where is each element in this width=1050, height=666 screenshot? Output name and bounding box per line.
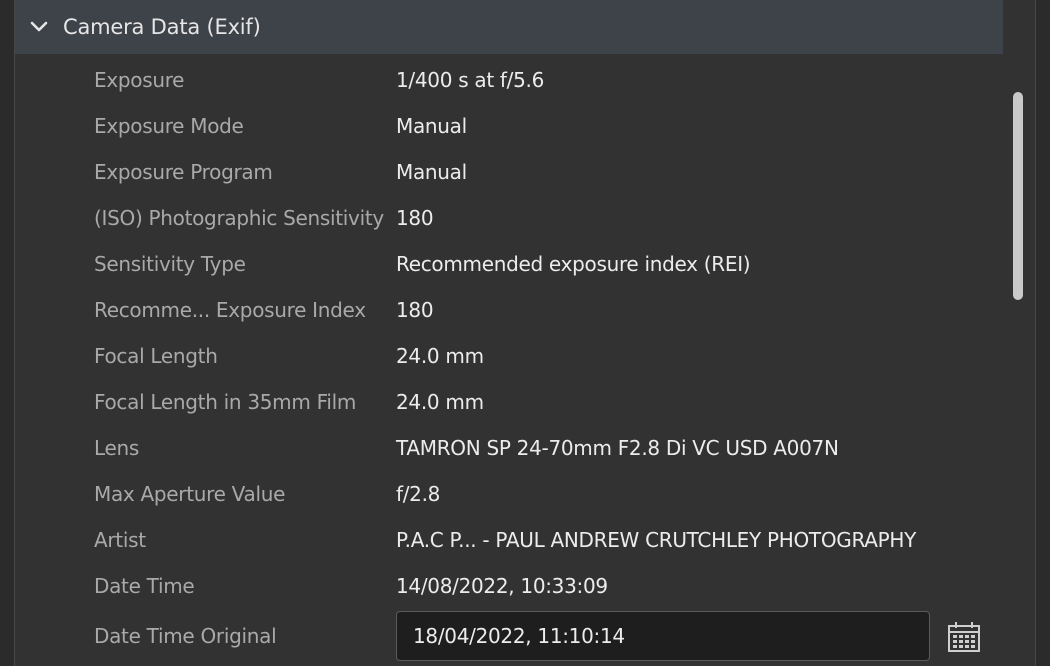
section-title: Camera Data (Exif) <box>63 15 261 39</box>
field-value: Manual <box>396 114 467 138</box>
field-label: Exposure <box>94 68 185 92</box>
field-value: 180 <box>396 298 434 322</box>
field-row-exposure-program: Exposure Program Manual <box>15 149 1003 195</box>
scrollbar-thumb[interactable] <box>1013 92 1023 300</box>
window-frame: Camera Data (Exif) Exposure 1/400 s at f… <box>0 0 1050 666</box>
field-value: 180 <box>396 206 434 230</box>
field-row-date-time-original: Date Time Original <box>15 609 1003 663</box>
date-time-original-input[interactable] <box>396 611 930 661</box>
field-value: P.A.C P... - PAUL ANDREW CRUTCHLEY PHOTO… <box>396 528 917 552</box>
field-row-focal-length: Focal Length 24.0 mm <box>15 333 1003 379</box>
field-label: Artist <box>94 528 146 552</box>
field-row-exposure-mode: Exposure Mode Manual <box>15 103 1003 149</box>
field-label: Recomme... Exposure Index <box>94 298 366 322</box>
field-label: Exposure Mode <box>94 114 244 138</box>
calendar-icon[interactable] <box>945 619 983 655</box>
scrollbar-track[interactable] <box>1009 56 1029 666</box>
field-row-artist: Artist P.A.C P... - PAUL ANDREW CRUTCHLE… <box>15 517 1003 563</box>
field-row-max-aperture: Max Aperture Value f/2.8 <box>15 471 1003 517</box>
exif-field-list: Exposure 1/400 s at f/5.6 Exposure Mode … <box>15 57 1003 663</box>
field-value: 24.0 mm <box>396 390 484 414</box>
field-value: 14/08/2022, 10:33:09 <box>396 574 608 598</box>
chevron-down-icon[interactable] <box>29 17 49 37</box>
field-row-sensitivity-type: Sensitivity Type Recommended exposure in… <box>15 241 1003 287</box>
field-row-date-time: Date Time 14/08/2022, 10:33:09 <box>15 563 1003 609</box>
field-label: Lens <box>94 436 139 460</box>
field-value: 1/400 s at f/5.6 <box>396 68 545 92</box>
field-label: Date Time <box>94 574 195 598</box>
section-header-camera-data[interactable]: Camera Data (Exif) <box>15 0 1003 54</box>
field-value: f/2.8 <box>396 482 441 506</box>
field-label: Sensitivity Type <box>94 252 246 276</box>
field-value: 24.0 mm <box>396 344 484 368</box>
field-value: Manual <box>396 160 467 184</box>
field-row-exposure: Exposure 1/400 s at f/5.6 <box>15 57 1003 103</box>
field-row-focal-length-35mm: Focal Length in 35mm Film 24.0 mm <box>15 379 1003 425</box>
field-value: Recommended exposure index (REI) <box>396 252 751 276</box>
field-value: TAMRON SP 24-70mm F2.8 Di VC USD A007N <box>396 436 839 460</box>
field-row-iso-sensitivity: (ISO) Photographic Sensitivity 180 <box>15 195 1003 241</box>
field-label: Focal Length in 35mm Film <box>94 390 357 414</box>
metadata-panel: Camera Data (Exif) Exposure 1/400 s at f… <box>14 0 1036 666</box>
field-label: Focal Length <box>94 344 218 368</box>
field-label: Max Aperture Value <box>94 482 286 506</box>
field-label: (ISO) Photographic Sensitivity <box>94 206 384 230</box>
field-row-recommended-exposure-index: Recomme... Exposure Index 180 <box>15 287 1003 333</box>
field-label: Exposure Program <box>94 160 273 184</box>
field-row-lens: Lens TAMRON SP 24-70mm F2.8 Di VC USD A0… <box>15 425 1003 471</box>
field-label: Date Time Original <box>94 624 277 648</box>
